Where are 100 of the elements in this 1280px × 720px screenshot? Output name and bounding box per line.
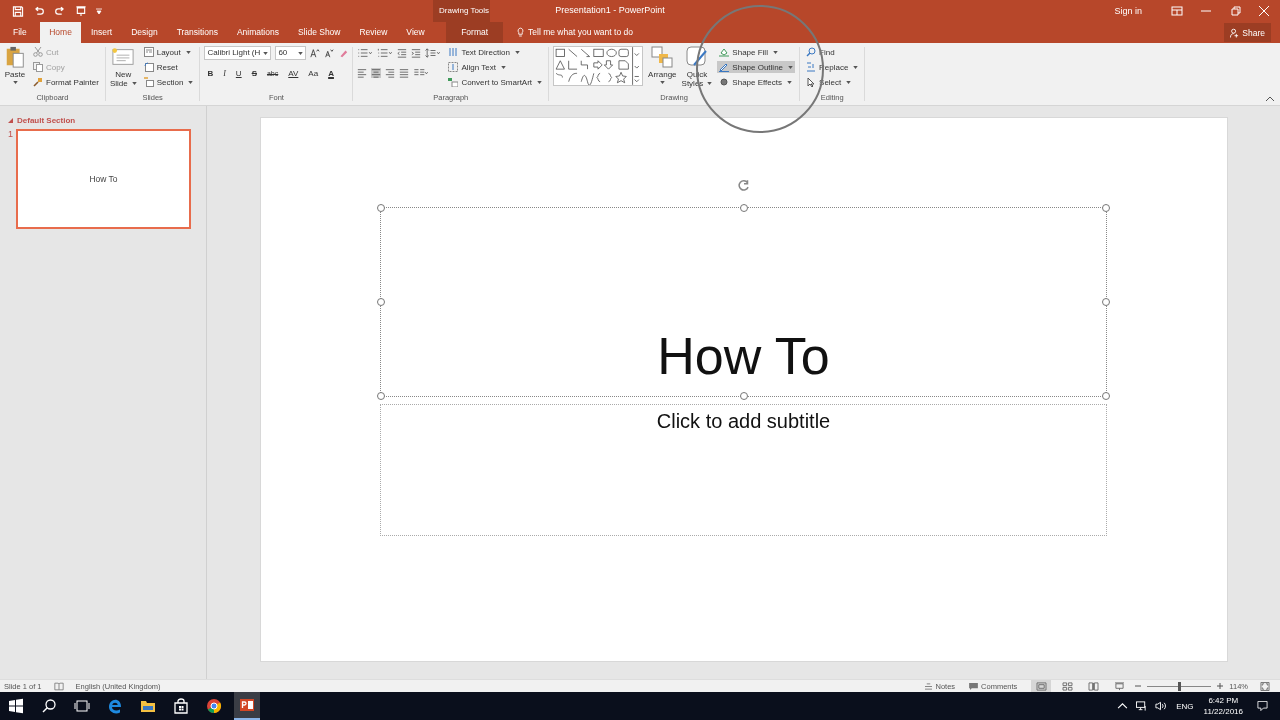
clock-date[interactable]: 11/22/2016 — [1203, 706, 1243, 717]
volume-icon[interactable] — [1155, 701, 1167, 711]
alignment-icon[interactable] — [357, 68, 368, 78]
new-slide-button[interactable]: New Slide — [109, 46, 137, 93]
chrome-icon[interactable] — [206, 698, 222, 714]
alignment-icon[interactable] — [385, 68, 396, 78]
paintbrush-icon — [33, 77, 43, 87]
shapes-gallery[interactable] — [553, 46, 644, 86]
rotate-handle[interactable] — [736, 179, 751, 193]
layout-button[interactable]: Layout — [141, 46, 196, 58]
spelling-icon[interactable] — [53, 681, 64, 691]
ribbon-tab[interactable]: Slide Show — [288, 22, 350, 43]
font-style-button[interactable]: AV — [285, 68, 302, 78]
slide-number: 1 — [8, 129, 14, 141]
edge-browser-icon[interactable] — [107, 698, 123, 714]
shape-format-button[interactable]: Shape Outline — [717, 61, 796, 73]
ribbon-tab[interactable]: Format — [446, 22, 504, 43]
paste-button[interactable]: Paste — [4, 46, 26, 93]
font-size-field[interactable]: 60 — [275, 46, 307, 60]
start-icon[interactable] — [8, 698, 24, 714]
decrease-indent-icon[interactable] — [397, 48, 408, 58]
store-icon[interactable] — [173, 698, 189, 714]
bullets-icon[interactable] — [357, 48, 374, 58]
clear-formatting-icon[interactable] — [338, 48, 349, 58]
ribbon-tab[interactable]: View — [396, 22, 435, 43]
section-name[interactable]: Default Section — [17, 116, 76, 125]
font-style-button[interactable]: I — [220, 68, 229, 78]
reset-button[interactable]: Reset — [141, 61, 196, 73]
task-view-icon[interactable] — [74, 698, 90, 714]
resize-handle[interactable] — [1102, 392, 1110, 400]
close-icon[interactable] — [1258, 6, 1270, 16]
tell-me-search[interactable]: Tell me what you want to do — [528, 22, 633, 43]
align-text-button[interactable]: Align Text — [446, 61, 545, 73]
shape-format-button[interactable]: Shape Fill — [717, 46, 796, 58]
resize-handle[interactable] — [377, 392, 385, 400]
chevron-up-icon[interactable] — [1117, 701, 1129, 711]
ribbon-tab[interactable]: File — [0, 22, 40, 43]
shape-effects-icon — [719, 77, 730, 87]
increase-indent-icon[interactable] — [411, 48, 422, 58]
text-direction-button[interactable]: Text Direction — [446, 46, 545, 58]
resize-handle[interactable] — [377, 298, 385, 306]
folder-icon[interactable] — [140, 698, 156, 714]
font-color-button[interactable]: A — [325, 68, 337, 78]
caret-icon — [263, 51, 269, 55]
convert-to-smartart-button[interactable]: Convert to SmartArt — [446, 76, 545, 88]
customize-icon[interactable] — [96, 8, 102, 14]
font-style-button[interactable]: S — [248, 68, 260, 78]
font-style-button[interactable]: Aa — [305, 68, 322, 78]
input-language[interactable]: ENG — [1176, 701, 1194, 711]
slide-thumbnail[interactable]: How To — [16, 129, 191, 229]
taskbar-app-button[interactable] — [234, 692, 260, 720]
resize-handle[interactable] — [739, 204, 748, 212]
grow-font-icon[interactable] — [310, 48, 321, 58]
resize-handle[interactable] — [1102, 298, 1110, 306]
resize-handle[interactable] — [739, 392, 748, 400]
shrink-font-icon[interactable] — [324, 48, 335, 58]
save-icon[interactable] — [12, 5, 24, 17]
ribbon-tab[interactable]: Review — [350, 22, 397, 43]
font-name-field[interactable]: Calibri Light (H — [204, 46, 272, 60]
sign-in-link[interactable]: Sign in — [1114, 6, 1142, 16]
resize-handle[interactable] — [377, 204, 385, 212]
zoom-out-icon[interactable] — [1135, 683, 1142, 689]
notes-icon — [923, 682, 933, 690]
columns-icon[interactable] — [413, 68, 430, 78]
network-icon[interactable] — [1136, 701, 1148, 711]
ribbon-tab[interactable]: Design — [121, 22, 168, 43]
resize-handle[interactable] — [1102, 204, 1110, 212]
alignment-icon[interactable] — [371, 68, 382, 78]
line-spacing-icon[interactable] — [425, 48, 442, 58]
restore-icon[interactable] — [1229, 6, 1241, 16]
subtitle-placeholder[interactable]: Click to add subtitle — [380, 404, 1107, 536]
arrange-button[interactable]: Arrange — [648, 46, 677, 93]
clock-time[interactable]: 6:42 PM — [1208, 695, 1239, 706]
share-button[interactable]: Share — [1224, 23, 1271, 42]
view-button[interactable] — [1031, 680, 1052, 692]
pen-icon — [719, 62, 730, 72]
shape-format-button[interactable]: Shape Effects — [717, 76, 796, 88]
collapse-ribbon-icon[interactable] — [1266, 96, 1274, 101]
zoom-in-icon[interactable] — [1217, 683, 1224, 689]
ribbon-display-icon[interactable] — [1171, 6, 1183, 16]
caret-icon — [131, 82, 137, 85]
format-painter-button[interactable]: Format Painter — [31, 76, 101, 88]
caret-icon — [500, 65, 506, 69]
font-style-button[interactable]: U — [232, 68, 245, 78]
notifications-icon[interactable] — [1257, 701, 1268, 711]
ribbon-tab[interactable]: Transitions — [167, 22, 228, 43]
undo-icon[interactable] — [33, 5, 45, 17]
section-button[interactable]: Section — [141, 76, 196, 88]
slideshow-icon[interactable] — [75, 5, 87, 17]
ribbon-tab[interactable]: Animations — [227, 22, 289, 43]
font-style-button[interactable]: B — [204, 68, 217, 78]
collapse-section-icon[interactable] — [8, 118, 13, 123]
search-icon[interactable] — [41, 698, 57, 714]
caret-icon — [707, 82, 713, 85]
redo-icon[interactable] — [54, 5, 66, 17]
ribbon-tab[interactable]: Insert — [81, 22, 122, 43]
ribbon-tab[interactable]: Home — [39, 22, 82, 43]
fit-slide-icon[interactable] — [1260, 681, 1270, 691]
numbering-icon[interactable] — [377, 48, 394, 58]
alignment-icon[interactable] — [399, 68, 410, 78]
